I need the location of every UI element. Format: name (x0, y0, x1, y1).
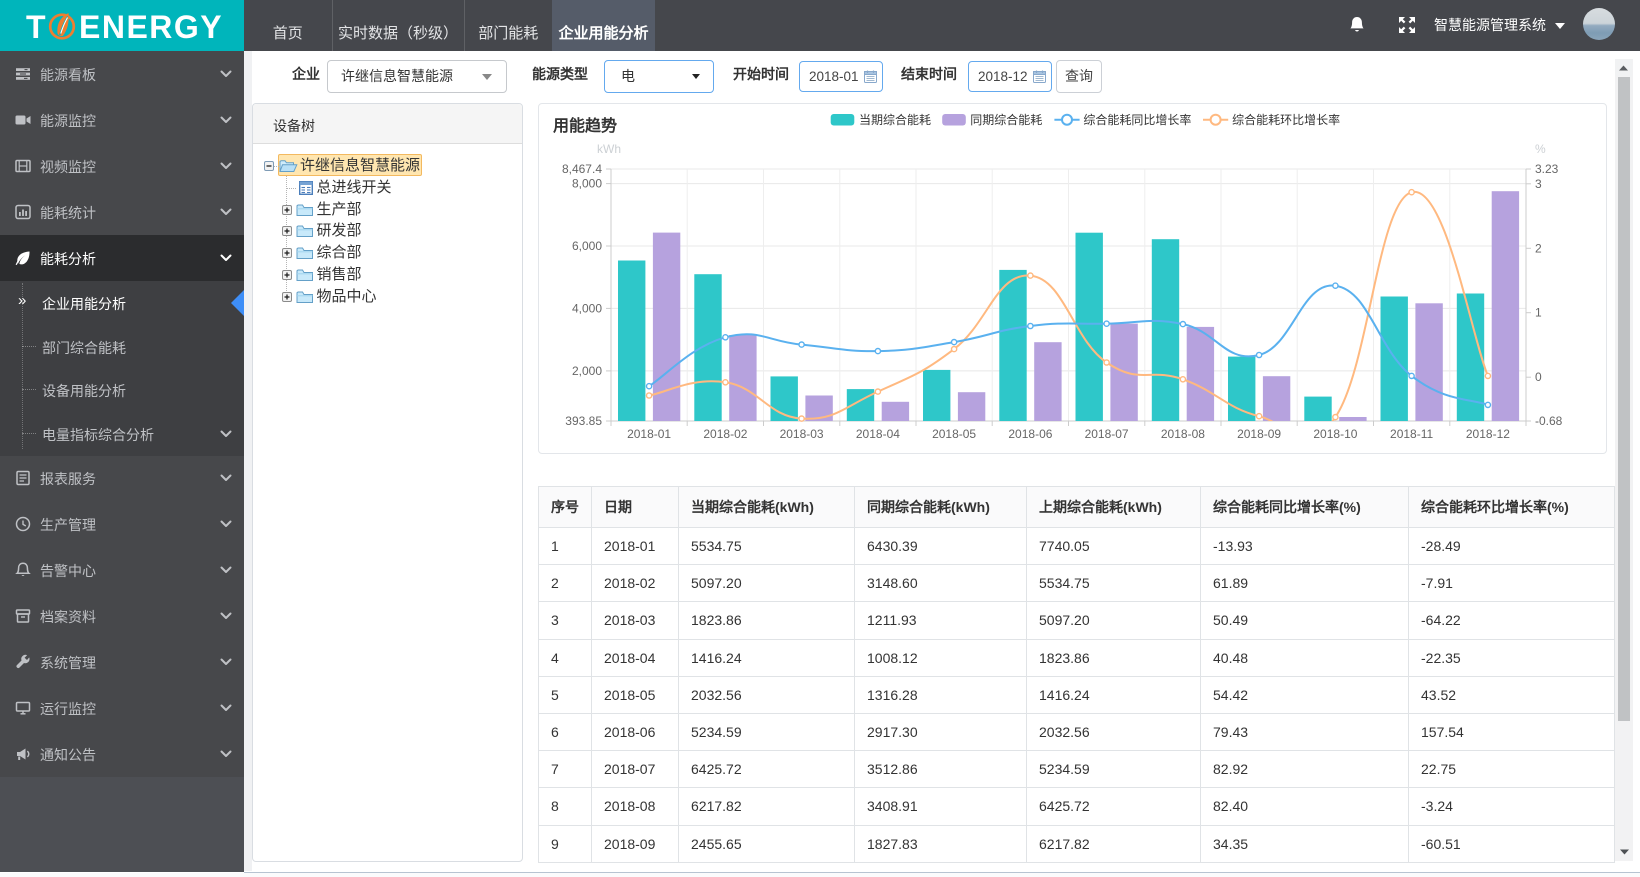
svg-text:2018-01: 2018-01 (627, 427, 671, 441)
svg-text:2: 2 (1535, 241, 1542, 255)
svg-text:2018-11: 2018-11 (1390, 427, 1433, 441)
svg-text:-0.68: -0.68 (1535, 414, 1563, 428)
svg-text:4,000: 4,000 (572, 301, 602, 315)
svg-text:综合能耗环比增长率: 综合能耗环比增长率 (1232, 112, 1340, 127)
svg-text:393.85: 393.85 (565, 414, 602, 428)
svg-text:0: 0 (1535, 370, 1542, 384)
svg-text:2018-02: 2018-02 (703, 427, 747, 441)
svg-text:6,000: 6,000 (572, 239, 602, 253)
svg-text:%: % (1535, 142, 1546, 156)
svg-text:2018-03: 2018-03 (780, 427, 824, 441)
svg-text:3: 3 (1535, 177, 1542, 191)
svg-text:3.23: 3.23 (1535, 162, 1559, 176)
svg-text:1: 1 (1535, 306, 1542, 320)
svg-text:同期综合能耗: 同期综合能耗 (970, 112, 1042, 127)
svg-text:2,000: 2,000 (572, 364, 602, 378)
svg-text:当期综合能耗: 当期综合能耗 (859, 112, 931, 127)
svg-text:2018-05: 2018-05 (932, 427, 976, 441)
svg-text:2018-12: 2018-12 (1466, 427, 1510, 441)
svg-text:2018-06: 2018-06 (1008, 427, 1052, 441)
svg-text:2018-10: 2018-10 (1313, 427, 1357, 441)
svg-text:2018-04: 2018-04 (856, 427, 900, 441)
svg-text:2018-07: 2018-07 (1085, 427, 1129, 441)
svg-text:2018-09: 2018-09 (1237, 427, 1281, 441)
svg-text:8,467.4: 8,467.4 (562, 162, 602, 176)
svg-text:ENERGY: ENERGY (79, 9, 223, 45)
svg-text:2018-08: 2018-08 (1161, 427, 1205, 441)
svg-text:kWh: kWh (597, 142, 621, 156)
svg-text:T: T (26, 9, 46, 45)
svg-text:8,000: 8,000 (572, 177, 602, 191)
svg-text:综合能耗同比增长率: 综合能耗同比增长率 (1083, 112, 1191, 127)
